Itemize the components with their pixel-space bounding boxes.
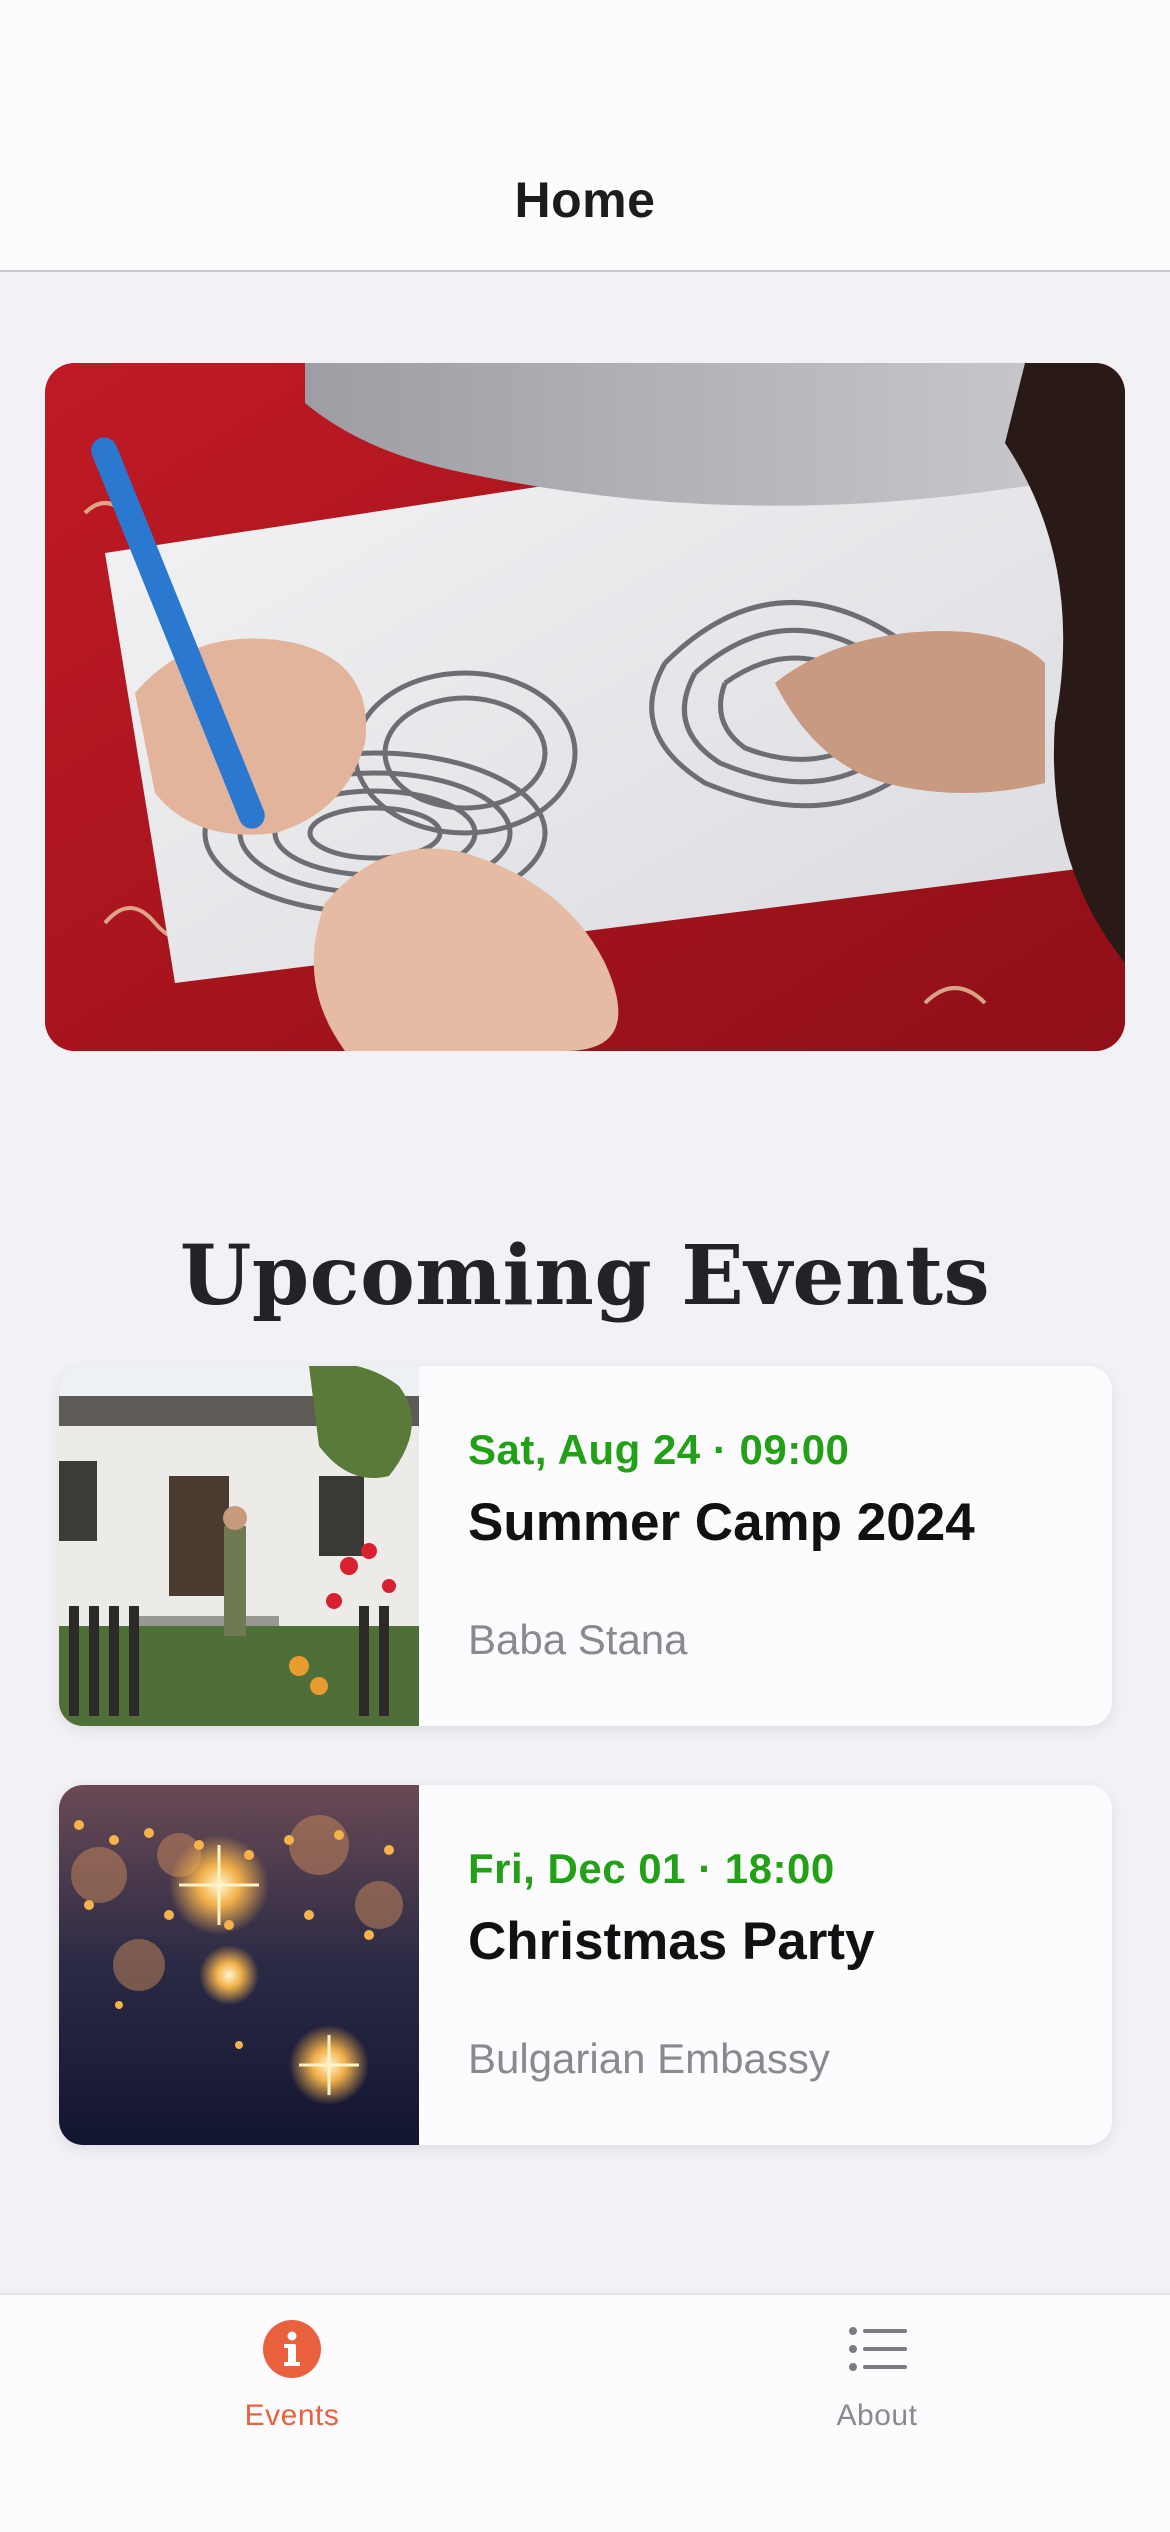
list-icon xyxy=(849,2327,907,2371)
hero-image xyxy=(45,363,1125,1051)
status-bar xyxy=(0,0,1170,130)
tab-events-label: Events xyxy=(244,2399,340,2432)
info-icon xyxy=(263,2320,321,2378)
event-location: Bulgarian Embassy xyxy=(468,2035,830,2082)
event-thumbnail xyxy=(59,1366,419,1726)
tab-events[interactable]: Events xyxy=(142,2317,442,2433)
page-title: Home xyxy=(514,172,656,228)
event-info: Sat, Aug 24 · 09:00 Summer Camp 2024 Bab… xyxy=(419,1366,1112,1726)
tab-about[interactable]: About xyxy=(727,2317,1027,2433)
event-card[interactable]: Sat, Aug 24 · 09:00 Summer Camp 2024 Bab… xyxy=(59,1366,1112,1726)
event-info: Fri, Dec 01 · 18:00 Christmas Party Bulg… xyxy=(419,1785,1112,2145)
event-title: Christmas Party xyxy=(468,1912,875,1971)
event-date: Sat, Aug 24 · 09:00 xyxy=(468,1426,850,1473)
tab-bar: Events About xyxy=(0,2293,1170,2532)
event-thumbnail xyxy=(59,1785,419,2145)
event-card[interactable]: Fri, Dec 01 · 18:00 Christmas Party Bulg… xyxy=(59,1785,1112,2145)
event-location: Baba Stana xyxy=(468,1616,688,1663)
event-list: Sat, Aug 24 · 09:00 Summer Camp 2024 Bab… xyxy=(59,1366,1112,2204)
upcoming-events-heading: Upcoming Events xyxy=(179,1228,991,1325)
navigation-bar: Home xyxy=(0,130,1170,272)
event-title: Summer Camp 2024 xyxy=(468,1493,975,1552)
event-date: Fri, Dec 01 · 18:00 xyxy=(468,1845,835,1892)
tab-about-label: About xyxy=(836,2399,918,2432)
